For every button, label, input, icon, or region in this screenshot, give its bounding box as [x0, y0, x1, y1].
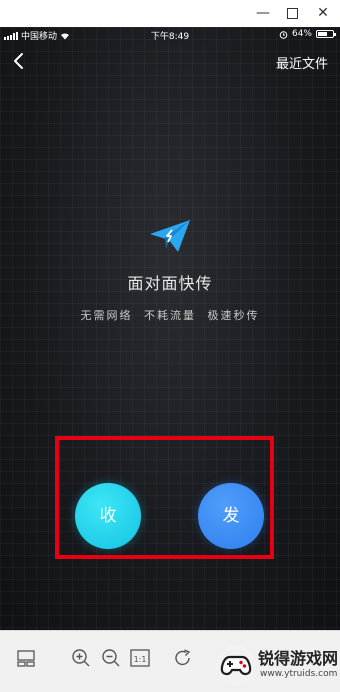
- paper-plane-icon: [150, 220, 190, 252]
- rotate-icon[interactable]: [172, 647, 194, 669]
- window-titlebar: — ✕: [0, 0, 340, 28]
- page-subtitle: 无需网络 不耗流量 极速秒传: [80, 309, 260, 322]
- actual-size-label: 1:1: [134, 655, 147, 664]
- zoom-out-icon[interactable]: [100, 647, 122, 669]
- alarm-icon: [279, 30, 288, 39]
- chevron-left-icon[interactable]: [8, 50, 30, 72]
- thumbnail-icon[interactable]: [15, 647, 37, 669]
- send-button[interactable]: 发: [198, 483, 264, 549]
- watermark-name: 锐得游戏网: [258, 649, 339, 668]
- battery-percent: 64%: [291, 29, 312, 39]
- watermark: 锐得游戏网 www.ytruids.com: [212, 635, 340, 691]
- watermark-url: www.ytruids.com: [260, 669, 338, 679]
- battery-icon: [316, 30, 336, 38]
- top-nav: 最近文件: [0, 47, 340, 77]
- receive-button[interactable]: 收: [75, 483, 141, 549]
- page-title: 面对面快传: [127, 274, 213, 293]
- close-icon[interactable]: ✕: [312, 3, 334, 23]
- actual-size-icon[interactable]: 1:1: [129, 647, 151, 669]
- minimize-icon[interactable]: —: [252, 3, 274, 23]
- status-bar: 中国移动 下午8:49 64%: [0, 27, 340, 43]
- phone-screen: 中国移动 下午8:49 64% 最近文件 面对面快传 无需网络 不耗流量 极速秒…: [0, 27, 340, 630]
- maximize-icon[interactable]: [281, 3, 303, 23]
- game-controller-logo-icon: [216, 645, 256, 685]
- recent-files-link[interactable]: 最近文件: [276, 53, 328, 72]
- viewer-toolbar: 1:1 锐得游戏网 www.ytruids.com: [0, 630, 340, 692]
- zoom-in-icon[interactable]: [70, 647, 92, 669]
